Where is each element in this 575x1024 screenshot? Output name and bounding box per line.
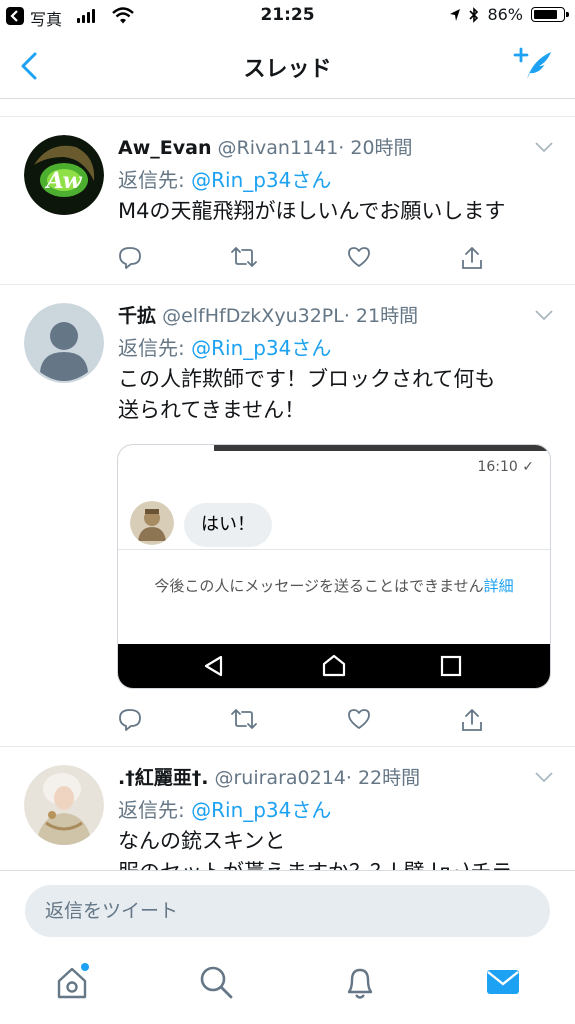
reply-prefix: 返信先: (118, 336, 192, 360)
like-icon[interactable] (346, 707, 372, 731)
share-icon[interactable] (460, 245, 484, 271)
battery-percent: 86% (487, 5, 523, 24)
chevron-down-icon[interactable] (535, 141, 553, 153)
battery-icon (531, 7, 569, 22)
tweet-author-name[interactable]: 千拡 (118, 305, 156, 327)
reply-to-link[interactable]: @Rin_p34さん (191, 798, 331, 822)
notifications-icon (347, 968, 373, 999)
avatar[interactable] (24, 765, 104, 845)
previous-tweet-edge (0, 99, 575, 117)
retweet-icon[interactable] (230, 245, 258, 269)
reply-input[interactable] (25, 885, 550, 937)
nav-home-icon (322, 654, 346, 677)
bluetooth-icon (469, 6, 479, 23)
compose-tweet-icon[interactable] (513, 46, 553, 82)
tab-messages[interactable] (485, 964, 521, 1004)
reply-icon[interactable] (118, 707, 142, 731)
avatar[interactable] (24, 303, 104, 383)
tweet-handle[interactable]: @Rivan1141 (218, 137, 339, 159)
nav-back-icon (204, 655, 223, 677)
reply-prefix: 返信先: (118, 168, 192, 192)
location-icon (450, 8, 461, 21)
tab-home[interactable] (53, 963, 91, 1006)
reply-icon[interactable] (118, 245, 142, 269)
page-title: スレッド (243, 57, 332, 82)
tweet-author-name[interactable]: .†紅麗亜†. (118, 767, 208, 789)
tweet[interactable]: Aw Aw_Evan @Rivan1141· 20時間 返信先: @Rin_p3… (0, 117, 575, 285)
tweet-handle[interactable]: @ruirara0214 (214, 767, 345, 789)
tweet-time: · 21時間 (343, 305, 419, 327)
blocked-notice: 今後この人にメッセージを送ることはできません (154, 577, 484, 595)
reply-to-link[interactable]: @Rin_p34さん (191, 336, 331, 360)
status-bar: 写真 21:25 86% (0, 0, 575, 34)
tweet-attached-image[interactable]: 16:10 ✓ はい！ 今後この人にメッセージを送ることはできません詳細 (117, 444, 551, 689)
nav-bar: スレッド (0, 34, 575, 99)
reply-bar (0, 870, 575, 941)
tweet-handle[interactable]: @elfHfDzkXyu32PL (162, 305, 344, 327)
tweet-text: M4の天龍飛翔がほしいんでお願いします (118, 199, 506, 223)
image-top-edge (214, 445, 550, 451)
tweet-text: この人詐欺師です！ブロックされて何も 送られてきません！ (118, 367, 496, 422)
retweet-icon[interactable] (230, 707, 258, 731)
search-icon (200, 966, 233, 999)
avatar[interactable]: Aw (24, 135, 104, 215)
message-avatar (130, 501, 174, 545)
reply-prefix: 返信先: (118, 798, 192, 822)
new-content-dot (81, 963, 89, 971)
reply-to-link[interactable]: @Rin_p34さん (191, 168, 331, 192)
message-bubble: はい！ (184, 503, 272, 547)
nav-recents-icon (440, 655, 462, 677)
details-link: 詳細 (483, 577, 514, 595)
android-nav-bar (118, 644, 550, 688)
chevron-down-icon[interactable] (535, 309, 553, 321)
like-icon[interactable] (346, 245, 372, 269)
tweet-time: · 22時間 (345, 767, 421, 789)
tweet-author-name[interactable]: Aw_Evan (118, 137, 211, 159)
tweet-time: · 20時間 (338, 137, 413, 159)
svg-text:Aw: Aw (44, 168, 82, 194)
divider (118, 549, 550, 550)
tab-notifications[interactable] (342, 964, 378, 1006)
tab-search[interactable] (198, 964, 234, 1004)
tab-bar (0, 942, 575, 1024)
messages-icon (487, 970, 519, 994)
chevron-down-icon[interactable] (535, 771, 553, 783)
read-check-icon: ✓ (522, 459, 534, 475)
share-icon[interactable] (460, 707, 484, 733)
message-time: 16:10 (477, 459, 518, 475)
